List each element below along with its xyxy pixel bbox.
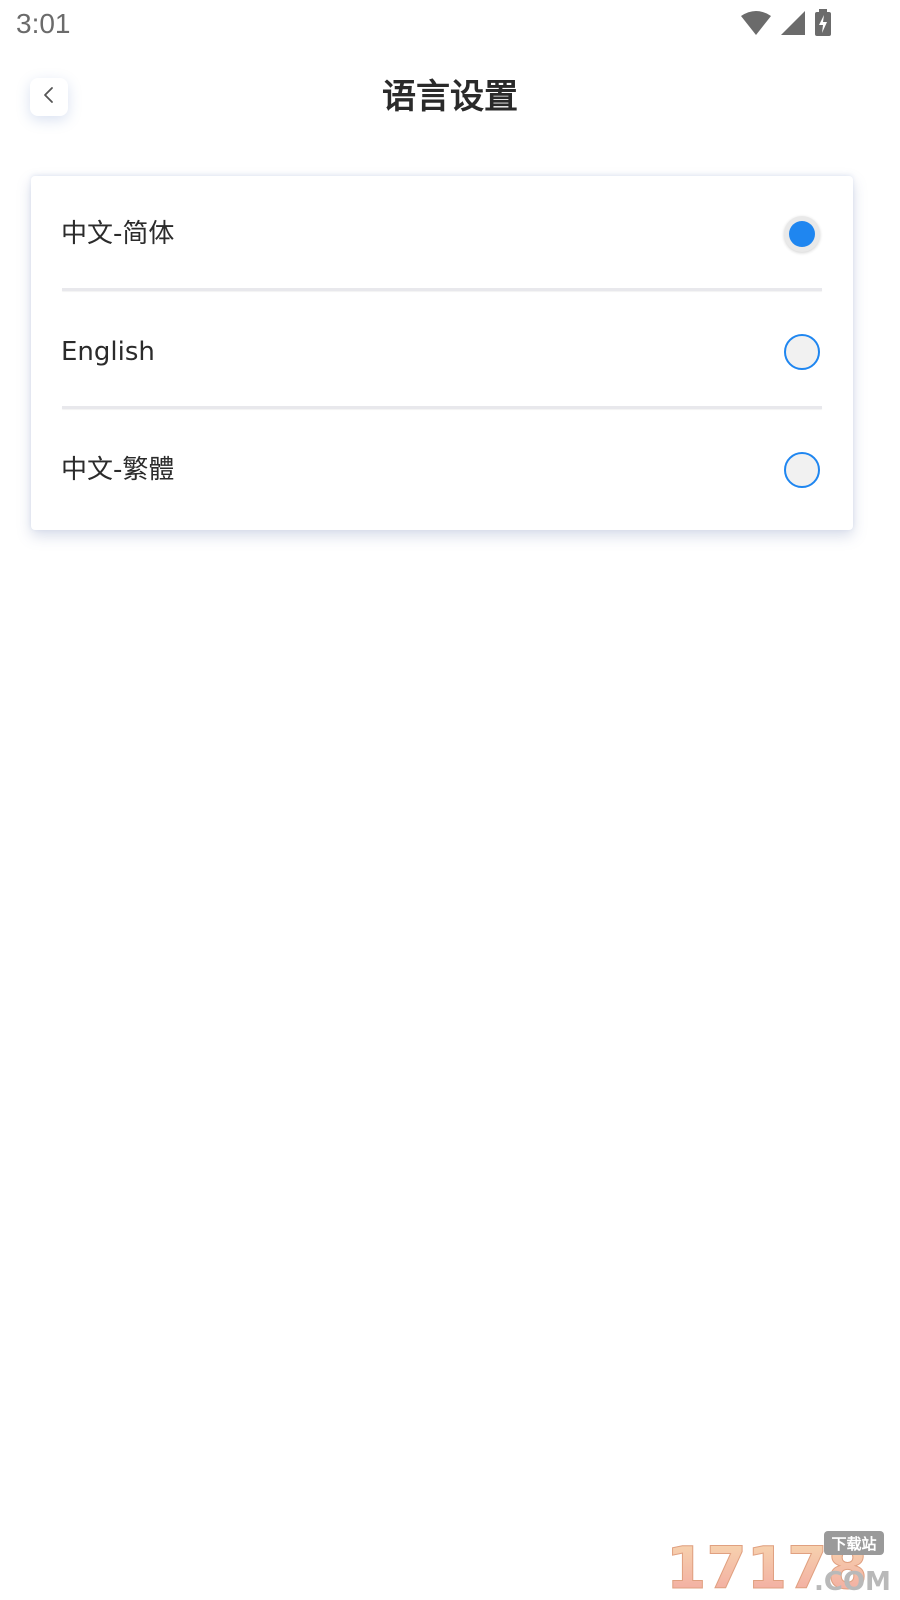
header: 语言设置: [0, 60, 900, 138]
status-icons: [740, 8, 832, 38]
divider: [62, 288, 822, 291]
radio-dot: [789, 221, 815, 247]
radio-unselected[interactable]: [784, 452, 820, 488]
page-title: 语言设置: [382, 77, 518, 117]
wifi-icon: [740, 10, 772, 36]
watermark-domain: .COM: [814, 1567, 890, 1594]
language-option-traditional-chinese[interactable]: 中文-繁體: [31, 412, 853, 530]
language-option-simplified-chinese[interactable]: 中文-简体: [31, 176, 853, 294]
language-label: English: [61, 337, 155, 367]
language-option-english[interactable]: English: [31, 294, 853, 412]
radio-selected[interactable]: [784, 216, 820, 252]
divider: [62, 406, 822, 409]
cellular-signal-icon: [780, 10, 806, 36]
site-watermark: 17178 下载站 .COM: [664, 1528, 891, 1600]
radio-unselected[interactable]: [784, 334, 820, 370]
status-time: 3:01: [16, 8, 71, 39]
watermark-tag: 下载站: [831, 1535, 876, 1553]
language-options-card: 中文-简体 English 中文-繁體: [31, 176, 853, 530]
battery-charging-icon: [814, 9, 832, 37]
language-label: 中文-繁體: [61, 455, 175, 485]
language-label: 中文-简体: [61, 219, 175, 249]
status-bar: 3:01: [0, 0, 900, 50]
